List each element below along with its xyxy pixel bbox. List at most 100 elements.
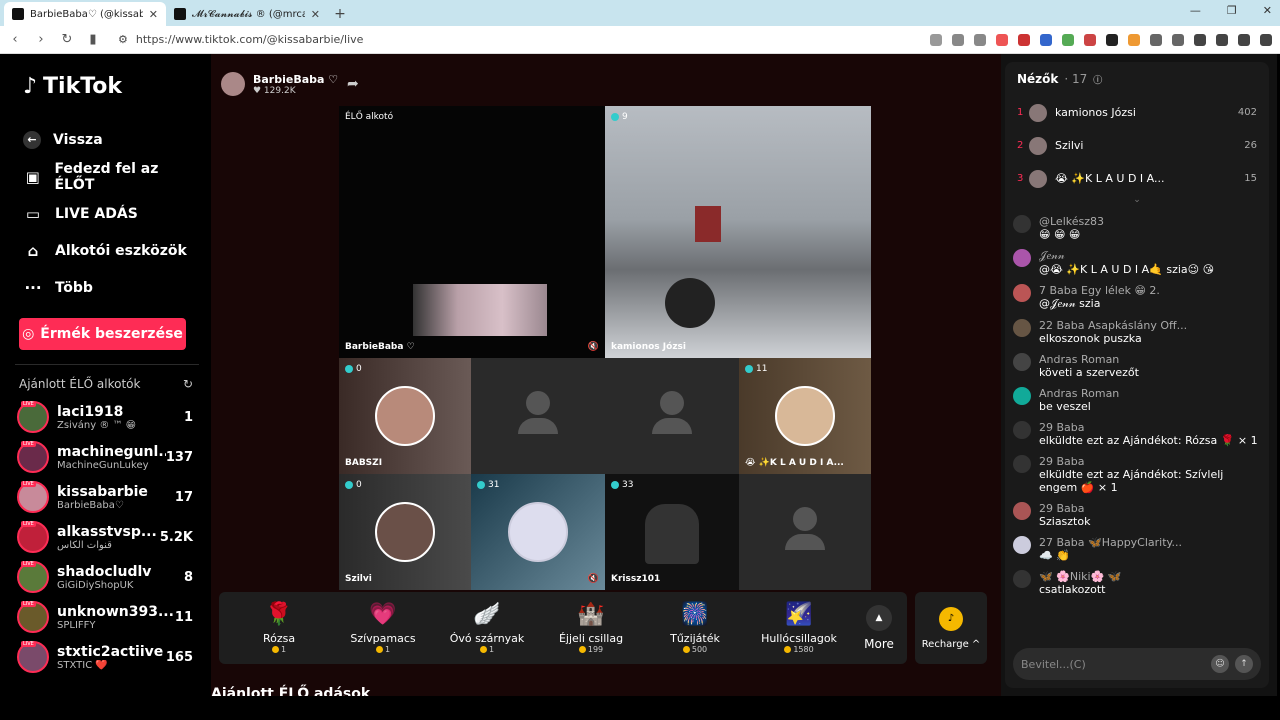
avatar[interactable] (221, 72, 245, 96)
recommended-creator[interactable]: LIVE machinegunl... MachineGunLukey 137 (15, 437, 199, 477)
forward-arrow-icon[interactable]: › (34, 32, 48, 47)
url-field[interactable]: ⚙ https://www.tiktok.com/@kissabarbie/li… (112, 30, 892, 50)
recommended-creator[interactable]: LIVE alkasstvsp... قنوات الكأس 5.2K (15, 517, 199, 557)
guest-cell-3[interactable]: 0 BABSZI (339, 358, 471, 474)
recommended-creator[interactable]: LIVE unknown393... SPLIFFY 11 (15, 597, 199, 637)
site-info-icon[interactable]: ⚙ (118, 33, 128, 46)
avatar (1013, 455, 1031, 473)
gift-item[interactable]: 🌠 Hullócsillagok 1580 (747, 602, 851, 654)
gift-item[interactable]: 🪽 Óvó szárnyak 1 (435, 602, 539, 654)
recommended-creator[interactable]: LIVE kissabarbie BarbieBaba♡ 17 (15, 477, 199, 517)
gift-item[interactable]: 💗 Szívpamacs 1 (331, 602, 435, 654)
gift-price-value: 1 (280, 645, 287, 654)
guest-cell-2[interactable]: 9 kamionos Józsi (605, 106, 871, 358)
viewer-row[interactable]: 3 😭 ✨K L A U D I A... 15 (1005, 162, 1269, 195)
chat-message[interactable]: 🦋 🌸Niki🌸 🦋 csatlakozott (1013, 566, 1261, 600)
close-tab-icon[interactable]: ✕ (149, 8, 158, 21)
warning-icon[interactable] (1018, 33, 1030, 46)
left-sidebar: ♪ TikTok ← Vissza ▣ Fedezd fel az ÉLŐT ▭… (3, 54, 211, 696)
extension-icon[interactable] (1084, 33, 1096, 46)
nav-creator-tools[interactable]: ⌂ Alkotói eszközök (15, 232, 199, 269)
send-arrow-icon[interactable]: ↑ (1235, 655, 1253, 673)
viewer-row[interactable]: 1 kamionos Józsi 402 (1005, 96, 1269, 129)
browser-tab-1[interactable]: BarbieBaba♡ (@kissabarbie ✕ (4, 2, 166, 26)
music-icon[interactable] (1194, 33, 1206, 46)
zoom-icon[interactable] (952, 33, 964, 46)
guest-cell-6[interactable]: 11 😭 ✨K L A U D I A... (739, 358, 871, 474)
help-icon[interactable]: ⓘ (1093, 73, 1102, 86)
nav-go-live[interactable]: ▭ LIVE ADÁS (15, 195, 199, 232)
cell-badge: 0 (345, 364, 362, 374)
recommended-creator[interactable]: LIVE stxtic2actiive STXTIC ❤️ 165 (15, 637, 199, 677)
gift-item[interactable]: 🏰 Éjjeli csillag 199 (539, 602, 643, 654)
nav-back[interactable]: ← Vissza (15, 121, 199, 158)
tiktok-logo[interactable]: ♪ TikTok (23, 74, 199, 99)
bookmark-icon[interactable]: ▮ (86, 32, 100, 47)
extension-icon[interactable] (1172, 33, 1184, 46)
reader-icon[interactable] (930, 33, 942, 46)
chat-message[interactable]: 27 Baba 🦋HappyClarity... ☁️ 👏 (1013, 532, 1261, 566)
chat-text: @𝒥𝑒𝓃𝓃 szia (1039, 297, 1101, 310)
close-tab-icon[interactable]: ✕ (311, 8, 320, 21)
extension-icon[interactable] (1062, 33, 1074, 46)
gift-item[interactable]: 🌹 Rózsa 1 (227, 602, 331, 654)
coin-icon (479, 646, 487, 653)
chat-message[interactable]: 22 Baba Asapkáslány Off... elkoszonok pus… (1013, 315, 1261, 349)
chat-message[interactable]: @Lelkész83 😁 😁 😁 (1013, 211, 1261, 245)
close-window-icon[interactable]: ✕ (1263, 4, 1272, 17)
cell-label: 😭 ✨K L A U D I A... (745, 458, 844, 468)
viewer-count: 17 (174, 489, 193, 505)
nav-explore-live[interactable]: ▣ Fedezd fel az ÉLŐT (15, 158, 199, 195)
share-page-icon[interactable] (974, 33, 986, 46)
emoji-icon[interactable]: ☺ (1211, 655, 1229, 673)
stream-host-header[interactable]: BarbieBaba ♡ ♥ 129.2K (221, 72, 338, 96)
chat-message[interactable]: 29 Baba elküldte ezt az Ajándékot: Rózsa … (1013, 417, 1261, 451)
chat-message[interactable]: 29 Baba Sziasztok (1013, 498, 1261, 532)
reload-icon[interactable]: ↻ (60, 32, 74, 47)
recommended-creator[interactable]: LIVE shadocludlv GiGiDiyShopUK 8 (15, 557, 199, 597)
sidebar-icon[interactable] (1216, 33, 1228, 46)
chat-message[interactable]: 7 Baba Egy lélek 😁 2. @𝒥𝑒𝓃𝓃 szia (1013, 280, 1261, 315)
chat-message[interactable]: 29 Baba elküldte ezt az Ajándékot: Szívle… (1013, 451, 1261, 498)
gift-price-value: 1 (488, 645, 495, 654)
new-tab-button[interactable]: + (328, 2, 352, 26)
guest-cell-8[interactable]: 31 🔇 (471, 474, 605, 590)
guest-cell-7[interactable]: 0 Szilvi (339, 474, 471, 590)
chevron-down-icon[interactable]: ⌄ (1005, 195, 1269, 207)
chat-message[interactable]: Andras Roman követi a szervezőt (1013, 349, 1261, 383)
refresh-icon[interactable]: ↻ (183, 377, 193, 391)
avatar: LIVE (17, 401, 49, 433)
brave-icon[interactable] (996, 33, 1008, 46)
avatar: LIVE (17, 521, 49, 553)
back-arrow-icon[interactable]: ‹ (8, 32, 22, 47)
maximize-icon[interactable]: ❐ (1227, 4, 1237, 17)
wallet-icon[interactable] (1238, 33, 1250, 46)
browser-tab-2[interactable]: 𝓜𝓻𝓒𝓪𝓷𝓷𝓪𝓫𝓲𝓼 ® (@mrcannabis_) ✕ (166, 2, 328, 26)
guest-cell-empty[interactable] (739, 474, 871, 590)
viewer-list: 1 kamionos Józsi 402 2 Szilvi 26 3 😭 ✨K L A U D… (1005, 96, 1269, 195)
extension-icon[interactable] (1128, 33, 1140, 46)
menu-icon[interactable] (1260, 33, 1272, 46)
translate-icon[interactable] (1040, 33, 1052, 46)
nav-more[interactable]: ··· Több (15, 269, 199, 306)
get-coins-button[interactable]: ◎ Érmék beszerzése (19, 318, 186, 350)
gift-item[interactable]: 🎆 Tűzijáték 500 (643, 602, 747, 654)
more-gifts-button[interactable]: ▲ More (859, 605, 899, 651)
recommended-creator[interactable]: LIVE laci1918 Zsivány ® ™ 😁 1 (15, 397, 199, 437)
extension-icon[interactable] (1106, 33, 1118, 46)
share-icon[interactable]: ➦ (347, 76, 359, 92)
minimize-icon[interactable]: — (1190, 4, 1201, 17)
guest-cell-empty[interactable] (605, 358, 739, 474)
guest-cell-host[interactable]: ÉLŐ alkotó BarbieBaba ♡ 🔇 (339, 106, 605, 358)
recharge-button[interactable]: ♪ Recharge ^ (915, 592, 987, 664)
guest-cell-9[interactable]: 33 Krissz101 (605, 474, 739, 590)
puzzle-icon[interactable] (1150, 33, 1162, 46)
viewer-row[interactable]: 2 Szilvi 26 (1005, 129, 1269, 162)
viewer-name: kamionos Józsi (1055, 106, 1136, 119)
chat-message[interactable]: Andras Roman be veszel (1013, 383, 1261, 417)
chat-input[interactable]: Bevitel...(C) ☺ ↑ (1013, 648, 1261, 680)
chat-message[interactable]: 𝒥𝑒𝓃𝓃 @😭 ✨K L A U D I A🤙 szia😉 😘 (1013, 245, 1261, 280)
guest-cell-empty[interactable] (471, 358, 605, 474)
live-badge: LIVE (21, 601, 36, 607)
creator-subtitle: STXTIC ❤️ (57, 659, 108, 671)
